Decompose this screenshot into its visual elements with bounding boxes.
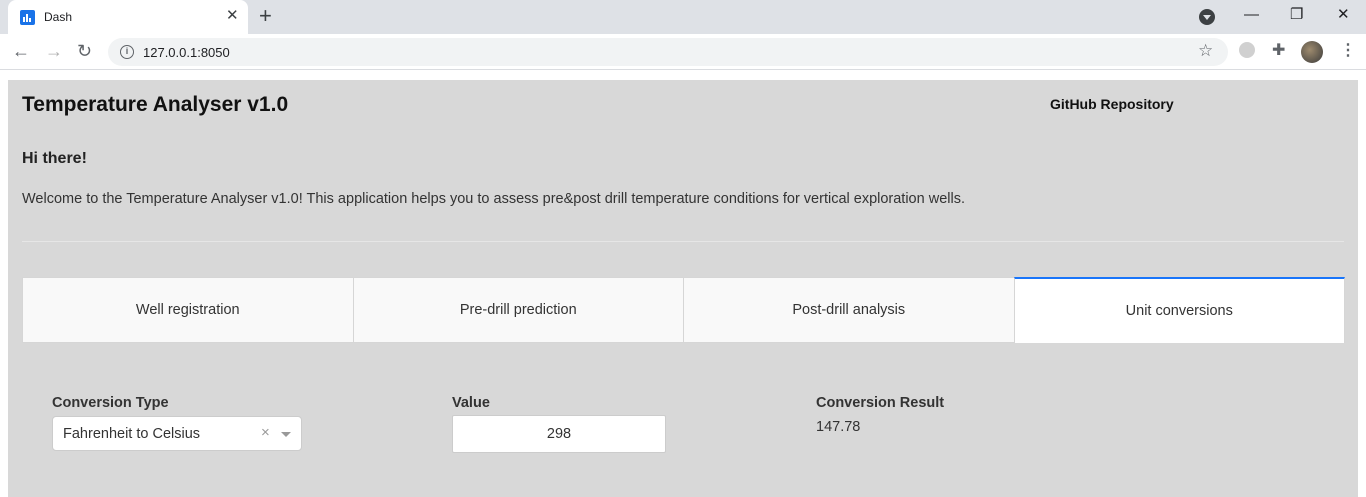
conversion-type-value: Fahrenheit to Celsius (63, 426, 201, 442)
tab-search-icon[interactable] (1199, 9, 1215, 25)
tab-unit-conversions[interactable]: Unit conversions (1013, 277, 1345, 343)
extensions-puzzle-icon[interactable]: ✚ (1272, 40, 1285, 60)
profile-avatar[interactable] (1301, 41, 1323, 63)
app-page: Temperature Analyser v1.0 GitHub Reposit… (8, 80, 1358, 497)
restore-button[interactable]: ❐ (1290, 5, 1303, 25)
tab-post-drill-analysis[interactable]: Post-drill analysis (683, 277, 1014, 343)
value-label: Value (452, 395, 490, 411)
tab-well-registration[interactable]: Well registration (22, 277, 353, 343)
new-tab-button[interactable]: + (259, 4, 272, 28)
browser-menu-icon[interactable]: ⋮ (1340, 40, 1356, 60)
tab-title: Dash (44, 10, 73, 24)
main-tabs: Well registration Pre-drill prediction P… (22, 277, 1345, 343)
value-input[interactable] (452, 415, 666, 453)
minimize-button[interactable]: — (1244, 5, 1259, 25)
forward-arrow-icon[interactable]: → (45, 41, 63, 61)
divider (22, 241, 1344, 242)
greeting-heading: Hi there! (22, 150, 87, 167)
conversion-result-value: 147.78 (816, 419, 861, 435)
tab-close-icon[interactable]: ✕ (226, 8, 239, 24)
tab-pre-drill-prediction[interactable]: Pre-drill prediction (352, 277, 683, 343)
conversion-type-dropdown[interactable]: Fahrenheit to Celsius × (52, 416, 302, 451)
chevron-down-icon[interactable] (281, 432, 291, 437)
conversion-type-label: Conversion Type (52, 395, 169, 411)
site-info-icon[interactable]: i (120, 45, 134, 59)
browser-tabstrip: Dash ✕ + — ❐ ✕ (0, 0, 1366, 34)
clear-selection-icon[interactable]: × (261, 424, 270, 441)
browser-toolbar: ← → ↻ i 127.0.0.1:8050 ☆ (0, 34, 1366, 70)
bookmark-star-icon[interactable]: ☆ (1198, 41, 1213, 61)
back-arrow-icon[interactable]: ← (12, 41, 30, 61)
conversion-result-label: Conversion Result (816, 395, 945, 411)
reload-icon[interactable]: ↻ (77, 41, 92, 61)
github-repository-link[interactable]: GitHub Repository (1050, 96, 1174, 112)
dash-favicon-icon (20, 10, 35, 25)
browser-tab[interactable]: Dash ✕ (8, 0, 248, 34)
url-text[interactable]: 127.0.0.1:8050 (143, 45, 230, 60)
app-title: Temperature Analyser v1.0 (22, 93, 289, 116)
address-bar[interactable]: i 127.0.0.1:8050 ☆ (108, 38, 1228, 66)
welcome-text: Welcome to the Temperature Analyser v1.0… (22, 191, 965, 207)
extension-icon[interactable] (1239, 42, 1255, 58)
close-window-button[interactable]: ✕ (1337, 5, 1350, 25)
